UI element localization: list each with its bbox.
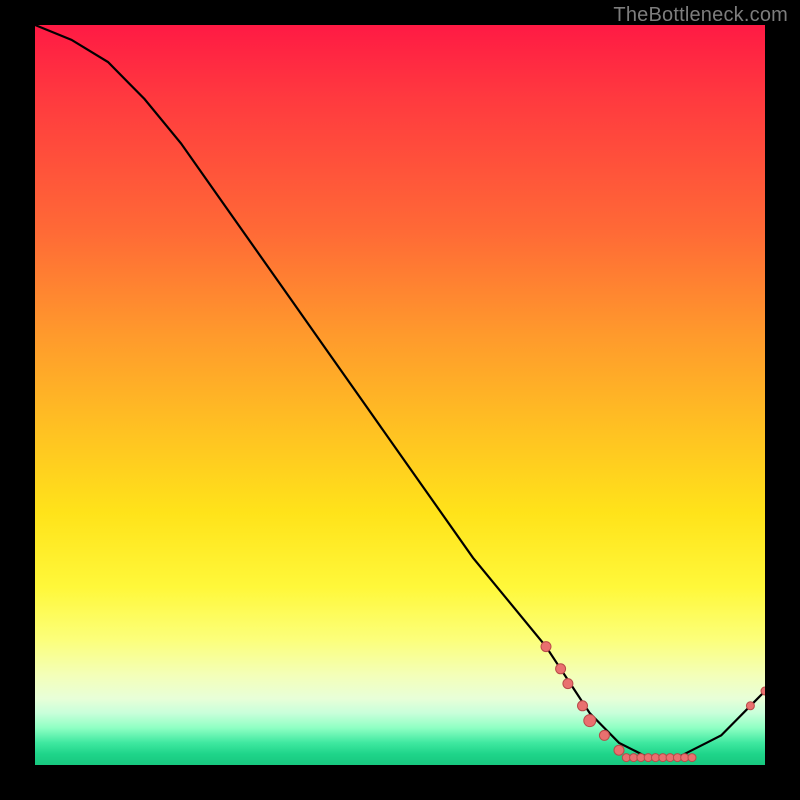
curve-marker <box>563 679 573 689</box>
curve-marker <box>666 754 674 762</box>
curve-marker <box>584 715 596 727</box>
curve-marker <box>556 664 566 674</box>
curve-layer <box>35 25 765 765</box>
curve-marker <box>578 701 588 711</box>
curve-marker <box>761 687 765 695</box>
attribution-text: TheBottleneck.com <box>613 4 788 27</box>
curve-marker <box>541 642 551 652</box>
curve-markers <box>541 642 765 762</box>
curve-marker <box>630 754 638 762</box>
curve-marker <box>599 730 609 740</box>
curve-marker <box>746 702 754 710</box>
plot-area <box>35 25 765 765</box>
curve-marker <box>614 745 624 755</box>
curve-marker <box>688 754 696 762</box>
chart-root: TheBottleneck.com <box>0 0 800 800</box>
bottleneck-curve <box>35 25 765 758</box>
